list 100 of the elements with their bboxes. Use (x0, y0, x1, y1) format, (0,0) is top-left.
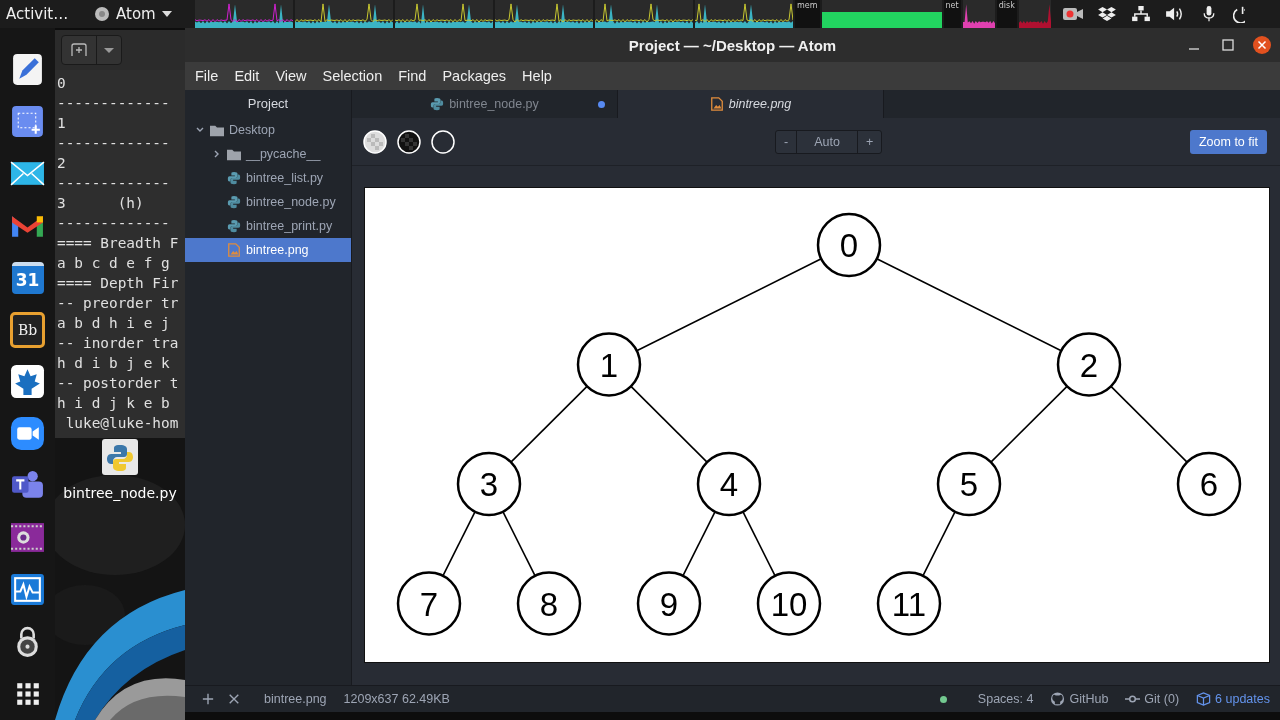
terminal-line: luke@luke-hom (64, 414, 180, 433)
folder-icon (227, 147, 241, 161)
tree-node: 7 (396, 571, 462, 636)
box-icon[interactable] (1096, 6, 1117, 22)
caret-icon (161, 11, 172, 17)
python-icon (430, 97, 445, 111)
tree-edge (922, 510, 956, 577)
tree-node: 6 (1176, 451, 1242, 517)
blackboard-app-icon[interactable]: Bb (10, 312, 45, 347)
calendar-date: 31 (15, 269, 40, 290)
git-button[interactable]: Git (0) (1125, 692, 1180, 706)
terminal-line: 0 (57, 74, 67, 93)
github-button[interactable]: GitHub (1050, 692, 1109, 706)
terminal-line: -- inorder tra (57, 334, 180, 353)
zoom-app-icon[interactable] (10, 416, 45, 451)
desktop-icon-label[interactable]: bintree_node.py (63, 485, 177, 501)
monitor-app-icon[interactable] (10, 572, 45, 607)
calendar-app-icon[interactable]: 31 (10, 260, 45, 295)
camera-icon[interactable] (1062, 6, 1083, 22)
tree-node: 5 (936, 451, 1002, 517)
editor-tab[interactable]: bintree.png (618, 90, 884, 118)
terminal-line: a b d h i e j (57, 314, 171, 333)
zoom-in-button[interactable]: + (857, 130, 882, 153)
panel-header: Project (246, 95, 290, 113)
zoom-to-fit-button[interactable]: Zoom to fit (1189, 129, 1267, 154)
plus-icon[interactable] (202, 693, 214, 705)
tree-item[interactable]: bintree.png (185, 238, 351, 262)
window-title: Project — ~/Desktop — Atom (628, 36, 837, 54)
tree-node: 8 (516, 571, 582, 636)
terminal-line: 3 (h) (57, 194, 145, 213)
atom-icon (94, 6, 110, 22)
video-app-icon[interactable] (10, 520, 45, 555)
python-icon (227, 195, 241, 209)
terminal-line: ------------- (57, 214, 171, 233)
status-dot (939, 695, 947, 703)
tree-edge (682, 510, 716, 577)
volume-icon[interactable] (1164, 6, 1185, 22)
terminal-line: ==== Depth Fir (57, 274, 180, 293)
power-icon[interactable] (1232, 5, 1245, 23)
indentation-status[interactable]: Spaces: 4 (977, 692, 1034, 706)
tree-node: 4 (696, 451, 762, 517)
menu-item[interactable]: Help (514, 68, 560, 84)
monitor-label: net (943, 0, 961, 28)
app-menu[interactable]: Atom (94, 5, 190, 23)
menu-item[interactable]: View (267, 68, 315, 84)
terminal-line: 1 (57, 114, 67, 133)
ring-button[interactable] (431, 129, 455, 154)
terminal-line: 2 (57, 154, 67, 173)
image-info: 1209x637 62.49KB (343, 692, 450, 706)
menu-item[interactable]: Selection (314, 68, 391, 84)
python-file-icon[interactable] (102, 439, 138, 475)
menu-item[interactable]: Edit (226, 68, 268, 84)
tree-edge (502, 510, 536, 577)
tree-node: 1 (576, 332, 642, 397)
activities-button[interactable]: Activit… (6, 5, 86, 23)
leaf-app-icon[interactable] (10, 364, 45, 399)
tree-item[interactable]: __pycache__ (185, 142, 351, 166)
tree-item[interactable]: bintree_print.py (185, 214, 351, 238)
zoom-out-button[interactable]: - (776, 130, 797, 153)
editor-app-icon[interactable] (10, 52, 45, 87)
terminal-line: ------------- (57, 94, 171, 113)
terminal-line: -- preorder tr (57, 294, 180, 313)
menu-item[interactable]: Find (390, 68, 435, 84)
network-icon[interactable] (1130, 6, 1151, 22)
terminal-line: ------------- (57, 174, 171, 193)
close-button[interactable] (1252, 35, 1272, 55)
monitor-label: mem (795, 0, 820, 28)
image-icon (227, 243, 241, 257)
github-icon (1050, 692, 1066, 706)
image-icon (709, 97, 724, 111)
tree-item[interactable]: bintree_list.py (185, 166, 351, 190)
updates-button[interactable]: 6 updates (1196, 692, 1270, 706)
python-icon (227, 219, 241, 233)
terminal-line: a b c d e f g (57, 254, 171, 273)
file-name: bintree.png (264, 692, 327, 706)
tree-node: 0 (816, 212, 882, 278)
screenshot-app-icon[interactable] (10, 104, 45, 139)
app-logo-text: Bb (17, 321, 38, 338)
tree-item[interactable]: Desktop (185, 118, 351, 142)
tree-node: 9 (636, 571, 702, 636)
tree-node: 11 (876, 571, 942, 636)
terminal-line: ==== Breadth F (57, 234, 180, 253)
menu-item[interactable]: File (187, 68, 227, 84)
terminal-line: ------------- (57, 134, 171, 153)
package-icon (1196, 692, 1212, 706)
close-icon[interactable] (228, 693, 240, 705)
terminal-line: h d i b j e k (57, 354, 171, 373)
tree-node: 2 (1056, 332, 1122, 397)
transparent-background-button[interactable] (363, 129, 387, 154)
zoom-level-button[interactable]: Auto (796, 130, 858, 153)
checkerboard-button[interactable] (397, 129, 421, 154)
tree-node: 3 (456, 451, 522, 517)
terminal-line: -- postorder t (57, 374, 180, 393)
tree-node: 10 (756, 571, 822, 636)
commit-icon (1125, 692, 1141, 706)
tree-edge (742, 510, 776, 577)
menu-item[interactable]: Packages (434, 68, 515, 84)
python-icon (227, 171, 241, 185)
tree-item[interactable]: bintree_node.py (185, 190, 351, 214)
folder-icon (210, 123, 224, 137)
